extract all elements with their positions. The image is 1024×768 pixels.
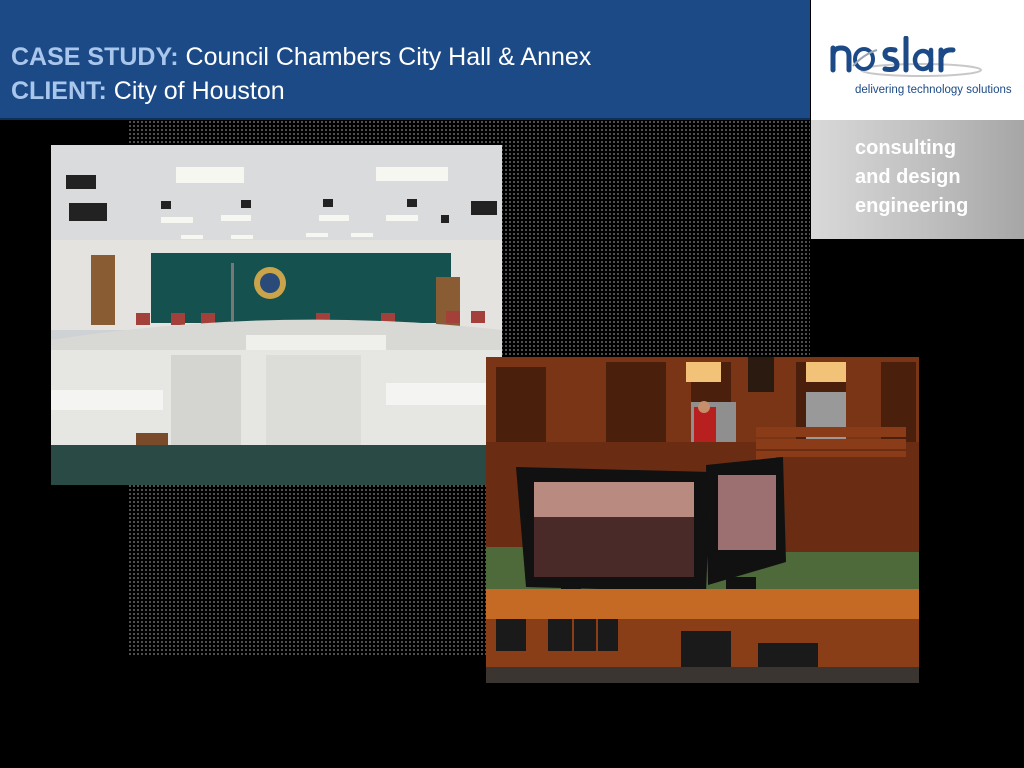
noslar-wordmark-logo — [830, 36, 982, 77]
client-label: CLIENT: — [11, 77, 107, 105]
service-line-1: consulting — [855, 137, 957, 159]
client-line: CLIENT: City of Houston — [11, 77, 285, 106]
courtroom-monitors-photo — [486, 357, 919, 683]
logo-tagline: delivering technology solutions — [855, 84, 1012, 96]
case-study-label: CASE STUDY: — [11, 43, 179, 71]
services-panel: consulting and design engineering — [811, 120, 1024, 239]
title-banner: CASE STUDY: Council Chambers City Hall &… — [0, 0, 810, 120]
services-list: consulting and design engineering — [855, 134, 968, 221]
service-line-3: engineering — [855, 195, 969, 217]
noslar-logo: delivering technology solutions — [811, 0, 1024, 120]
council-chamber-photo — [51, 145, 502, 485]
case-study-title: Council Chambers City Hall & Annex — [178, 43, 592, 71]
service-line-2: and design — [855, 166, 961, 188]
case-study-line: CASE STUDY: Council Chambers City Hall &… — [11, 43, 591, 72]
client-name: City of Houston — [106, 77, 285, 105]
